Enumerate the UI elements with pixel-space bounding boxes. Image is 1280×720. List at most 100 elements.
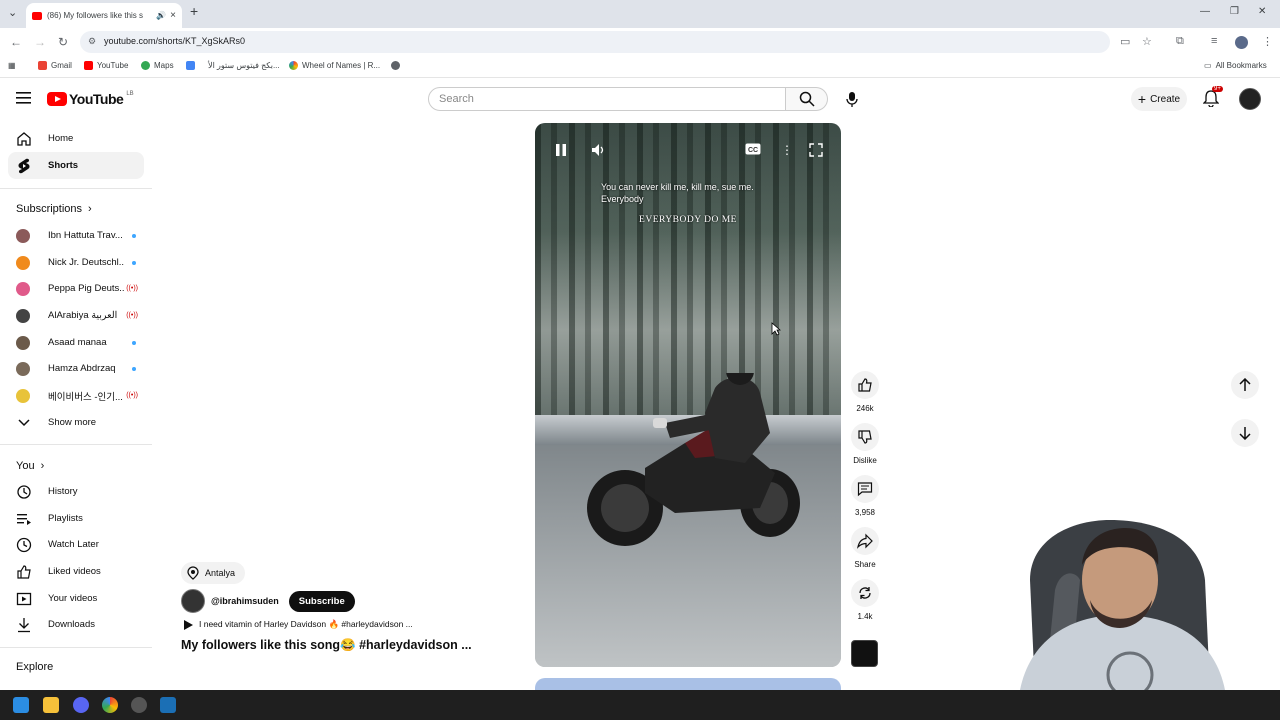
minimize-icon[interactable]: —	[1200, 6, 1210, 17]
bookmark-store[interactable]: بكج فيتوس ستور الأ...	[208, 61, 280, 70]
subscriptions-heading[interactable]: Subscriptions ›	[16, 203, 92, 215]
notifications-button[interactable]: 9+	[1203, 86, 1223, 107]
all-bookmarks[interactable]: ▭ All Bookmarks	[1204, 61, 1267, 70]
subscription-item[interactable]: Ibn Hattuta Trav...	[8, 222, 144, 249]
location-chip[interactable]: Antalya	[181, 562, 246, 584]
search-input[interactable]	[429, 88, 785, 110]
new-content-dot	[132, 340, 136, 345]
channel-avatar	[16, 255, 30, 270]
volume-icon[interactable]	[591, 143, 605, 157]
site-info-icon[interactable]: ⚙	[88, 36, 96, 47]
share-button[interactable]: Share	[850, 527, 880, 569]
create-button[interactable]: + Create	[1131, 87, 1187, 111]
extensions-icon[interactable]: ⧉	[1176, 35, 1184, 48]
show-more-button[interactable]: Show more	[8, 409, 144, 436]
app-icon[interactable]	[131, 697, 147, 713]
windows-start-icon[interactable]	[13, 697, 29, 713]
media-icon[interactable]: ≡	[1211, 35, 1217, 47]
like-icon	[858, 378, 872, 392]
youtube-header: YouTube LB + Create 9+	[0, 79, 1280, 119]
sidebar-item-watch-later[interactable]: Watch Later	[8, 531, 144, 558]
steam-icon[interactable]	[160, 697, 176, 713]
previous-short-button[interactable]	[1231, 371, 1259, 399]
channel-thumbnail[interactable]	[851, 640, 878, 667]
discord-icon[interactable]	[73, 697, 89, 713]
channel-handle[interactable]: @ibrahimsuden	[211, 596, 279, 606]
subscription-item[interactable]: 베이비버스 -인기... ((•))	[8, 382, 144, 409]
channel-avatar[interactable]	[181, 589, 205, 613]
restore-icon[interactable]: ❐	[1230, 6, 1239, 17]
bookmark-docs[interactable]	[186, 61, 199, 70]
youtube-logo[interactable]: YouTube LB	[47, 91, 134, 107]
new-content-dot	[132, 366, 136, 371]
sidebar-item-history[interactable]: History	[8, 478, 144, 505]
home-icon	[16, 131, 32, 147]
short-title[interactable]: My followers like this song😂 #harleydavi…	[181, 638, 472, 653]
dislike-label: Dislike	[853, 456, 877, 465]
bookmark-maps[interactable]: Maps	[141, 61, 174, 70]
subscription-item[interactable]: Asaad manaa	[8, 329, 144, 356]
live-icon: ((•))	[126, 285, 138, 292]
bookmark-gmail[interactable]: Gmail	[38, 61, 72, 70]
forward-icon[interactable]: →	[34, 35, 46, 49]
bookmark-globe[interactable]	[391, 61, 404, 70]
apps-icon[interactable]: ▦	[8, 61, 16, 70]
subscription-item[interactable]: Hamza Abdrzaq	[8, 355, 144, 382]
history-icon	[16, 484, 32, 500]
captions-icon[interactable]: CC	[745, 143, 761, 155]
next-short-preview[interactable]	[535, 678, 841, 690]
sidebar-item-your-videos[interactable]: Your videos	[8, 585, 144, 612]
back-icon[interactable]: ←	[10, 35, 22, 49]
comments-button[interactable]: 3,958	[850, 475, 880, 517]
close-window-icon[interactable]: ✕	[1258, 6, 1266, 17]
remix-button[interactable]: 1.4k	[850, 579, 880, 621]
channel-avatar	[16, 361, 30, 376]
sidebar-item-liked[interactable]: Liked videos	[8, 558, 144, 585]
hamburger-menu-icon[interactable]	[16, 91, 32, 105]
more-options-icon[interactable]: ⋮	[781, 143, 793, 157]
plus-icon: +	[1137, 91, 1147, 107]
file-explorer-icon[interactable]	[43, 697, 59, 713]
close-tab-icon[interactable]: ×	[170, 10, 176, 21]
video-overlay-text: EVERYBODY DO ME	[639, 215, 737, 225]
subscription-item[interactable]: Nick Jr. Deutschl...	[8, 249, 144, 276]
you-heading[interactable]: You ›	[16, 460, 44, 472]
bookmark-star-icon[interactable]: ☆	[1142, 35, 1152, 48]
play-icon	[184, 619, 193, 630]
chrome-icon[interactable]	[102, 697, 118, 713]
more-menu-icon[interactable]: ⋮	[1262, 35, 1273, 48]
subscribe-button[interactable]: Subscribe	[288, 590, 355, 612]
music-row[interactable]: I need vitamin of Harley Davidson 🔥 #har…	[183, 619, 413, 630]
channel-avatar	[16, 228, 30, 243]
profile-icon[interactable]	[1235, 36, 1248, 49]
create-label: Create	[1150, 93, 1181, 105]
sidebar-item-playlists[interactable]: Playlists	[8, 505, 144, 532]
subscription-item[interactable]: Peppa Pig Deuts... ((•))	[8, 275, 144, 302]
bookmarks-bar: ▦ Gmail YouTube Maps بكج فيتوس ستور الأ.…	[0, 56, 1280, 78]
pause-icon[interactable]	[555, 143, 567, 157]
voice-search-button[interactable]	[838, 85, 866, 113]
cast-icon[interactable]: ▭	[1120, 35, 1130, 48]
new-tab-icon[interactable]: +	[190, 3, 198, 19]
dislike-button[interactable]: Dislike	[850, 423, 880, 465]
browser-tab[interactable]: (86) My followers like this s 🔊 ×	[26, 3, 182, 28]
subscription-item[interactable]: AlArabiya العربية ((•))	[8, 302, 144, 329]
sidebar-item-downloads[interactable]: Downloads	[8, 611, 144, 638]
bookmark-youtube[interactable]: YouTube	[84, 61, 128, 70]
like-button[interactable]: 246k	[850, 371, 880, 413]
account-avatar[interactable]	[1239, 88, 1261, 110]
logo-region: LB	[126, 91, 134, 97]
bookmark-wheel[interactable]: Wheel of Names | R...	[289, 61, 380, 70]
search-box[interactable]	[428, 87, 786, 111]
shorts-video-player[interactable]: CC ⋮ You can never kill me, kill me, sue…	[535, 123, 841, 667]
sidebar-item-shorts[interactable]: Shorts	[8, 152, 144, 179]
url-text[interactable]: youtube.com/shorts/KT_XgSkARs0	[104, 36, 245, 46]
search-button[interactable]	[786, 87, 828, 111]
tab-list-icon[interactable]: ⌄	[8, 6, 17, 19]
sidebar-item-home[interactable]: Home	[8, 125, 144, 152]
reload-icon[interactable]: ↻	[58, 35, 68, 49]
omnibox[interactable]: ⚙ youtube.com/shorts/KT_XgSkARs0	[80, 31, 1110, 53]
fullscreen-icon[interactable]	[809, 143, 823, 157]
next-short-button[interactable]	[1231, 419, 1259, 447]
audio-icon[interactable]: 🔊	[156, 11, 166, 20]
